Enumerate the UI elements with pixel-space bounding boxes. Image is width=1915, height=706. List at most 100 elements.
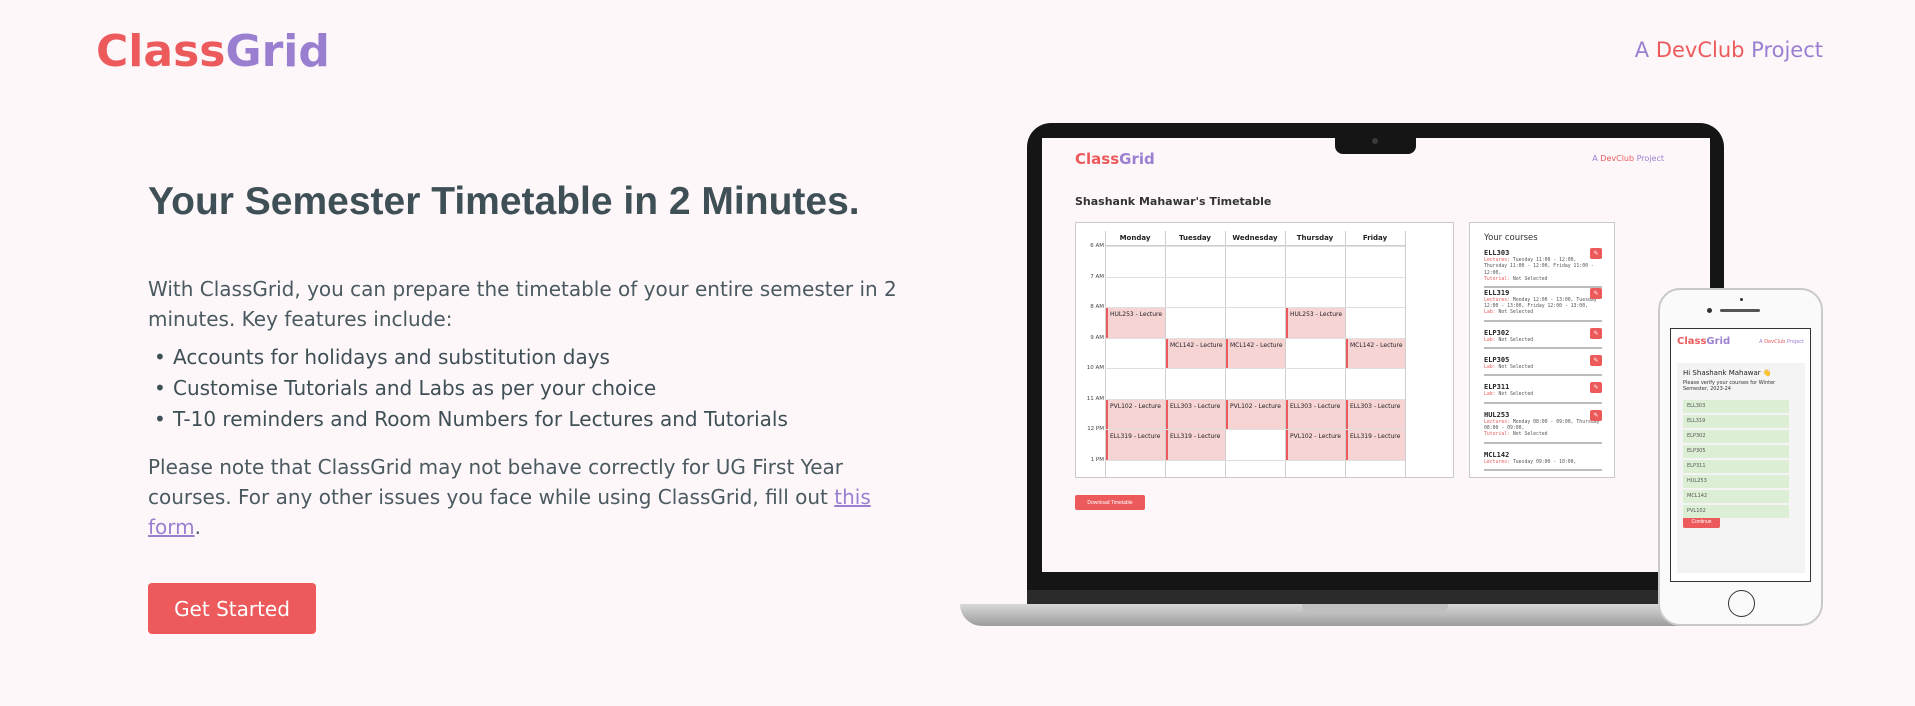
phone-greeting: Hi Shashank Mahawar 👋 <box>1683 369 1772 377</box>
course-entry: ELL303 Lectures: Tuesday 11:00 - 12:00, T… <box>1484 248 1602 289</box>
course-detail: Tutorial: Not Selected <box>1484 277 1602 283</box>
course-detail: Lab: Not Selected <box>1484 392 1602 398</box>
lecture-slot[interactable]: ELL303 - Lecture <box>1346 399 1405 429</box>
timetable-title: Shashank Mahawar's Timetable <box>1075 195 1272 208</box>
grid-row-line <box>1105 276 1405 278</box>
phone-logo-grid: Grid <box>1706 336 1731 347</box>
edit-course-icon[interactable]: ✎ <box>1590 382 1602 394</box>
phone-speaker <box>1720 309 1760 312</box>
lecture-slot[interactable]: HUL253 - Lecture <box>1286 308 1345 338</box>
screen-tagline: A DevClub Project <box>1592 154 1664 163</box>
course-detail-value: Not Selected <box>1495 310 1534 316</box>
phone-course-item[interactable]: MCL142 <box>1683 490 1789 503</box>
phone-tagline-devclub: DevClub <box>1764 339 1786 345</box>
logo-grid-text: Grid <box>225 26 330 77</box>
course-entry: ELP311 Lab: Not Selected ✎ <box>1484 382 1602 404</box>
laptop-notch <box>1335 130 1416 154</box>
download-timetable-button[interactable]: Download Timetable <box>1075 495 1145 510</box>
time-label: 7 AM <box>1090 273 1104 280</box>
hero-title: Your Semester Timetable in 2 Minutes. <box>148 180 860 223</box>
day-header: Tuesday <box>1165 231 1225 246</box>
phone-subtitle: Please verify your courses for Winter Se… <box>1683 380 1776 392</box>
screen-logo-grid: Grid <box>1119 150 1155 168</box>
phone-course-item[interactable]: PVL102 <box>1683 505 1789 518</box>
time-label: 6 AM <box>1090 243 1104 249</box>
course-entry: ELP302 Lab: Not Selected ✎ <box>1484 327 1602 350</box>
screen-logo: ClassGrid <box>1075 150 1155 168</box>
lecture-slot[interactable]: PVL102 - Lecture <box>1106 399 1165 429</box>
lecture-slot[interactable]: ELL319 - Lecture <box>1106 430 1165 460</box>
edit-course-icon[interactable]: ✎ <box>1590 327 1602 339</box>
feature-item: T-10 reminders and Room Numbers for Lect… <box>148 404 908 435</box>
course-detail: Lab: Not Selected <box>1484 310 1602 316</box>
hero-intro: With ClassGrid, you can prepare the time… <box>148 277 897 331</box>
phone-mockup: ClassGrid A DevClub Project Hi Shashank … <box>1658 288 1823 626</box>
course-detail-key: Lectures: <box>1484 297 1510 303</box>
time-label: 9 AM <box>1090 334 1104 341</box>
courses-heading: Your courses <box>1484 233 1538 243</box>
lecture-slot[interactable]: MCL142 - Lecture <box>1226 338 1285 368</box>
edit-course-icon[interactable]: ✎ <box>1590 355 1602 367</box>
course-detail-key: Lab: <box>1484 337 1496 343</box>
course-code: ELL319 <box>1484 288 1510 297</box>
verify-courses-card: Hi Shashank Mahawar 👋 Please verify your… <box>1677 363 1805 573</box>
lecture-slot[interactable]: PVL102 - Lecture <box>1286 430 1345 460</box>
lecture-slot[interactable]: ELL303 - Lecture <box>1166 399 1225 429</box>
phone-sensor <box>1740 298 1743 301</box>
get-started-button[interactable]: Get Started <box>148 583 316 634</box>
lecture-slot[interactable]: ELL319 - Lecture <box>1166 430 1225 460</box>
course-detail: Lectures: Monday 12:00 - 13:00, Tuesday … <box>1484 298 1602 311</box>
lecture-slot[interactable]: MCL142 - Lecture <box>1346 338 1405 368</box>
course-code: ELP311 <box>1484 383 1510 392</box>
laptop-hinge <box>1027 590 1724 604</box>
laptop-trackpad-notch <box>1302 604 1448 613</box>
course-detail-value: Not Selected <box>1495 392 1534 398</box>
home-button <box>1728 590 1755 617</box>
feature-list: Accounts for holidays and substitution d… <box>148 342 908 435</box>
feature-item: Customise Tutorials and Labs as per your… <box>148 373 908 404</box>
timetable-grid: Monday Tuesday Wednesday Thursday Friday 6 AM… <box>1075 222 1454 478</box>
phone-tagline-suffix: Project <box>1785 339 1804 345</box>
edit-course-icon[interactable]: ✎ <box>1590 287 1602 299</box>
time-label: 8 AM <box>1090 304 1104 310</box>
grid-row-line <box>1105 246 1405 247</box>
day-header: Monday <box>1105 231 1165 246</box>
course-detail-key: Lectures: <box>1484 459 1510 465</box>
logo-class-text: Class <box>96 26 226 77</box>
tagline-prefix: A <box>1634 38 1656 62</box>
course-entry: MCL142 Lectures: Tuesday 09:00 - 10:00, <box>1484 450 1602 471</box>
phone-course-item[interactable]: HUL253 <box>1683 475 1789 488</box>
classgrid-logo[interactable]: ClassGrid <box>96 26 330 77</box>
phone-course-item[interactable]: ELL303 <box>1683 400 1789 413</box>
lecture-slot[interactable]: PVL102 - Lecture <box>1226 399 1285 429</box>
phone-course-item[interactable]: ELP305 <box>1683 445 1789 458</box>
lecture-slot[interactable]: HUL253 - Lecture <box>1106 308 1165 338</box>
grid-column-line <box>1405 231 1406 477</box>
course-detail: Lectures: Monday 08:00 - 09:00, Thursday… <box>1484 420 1602 433</box>
tagline-suffix: Project <box>1744 38 1823 62</box>
devclub-tagline[interactable]: A DevClub Project <box>1635 38 1823 62</box>
edit-course-icon[interactable]: ✎ <box>1590 248 1602 259</box>
time-label: 10 AM <box>1086 365 1104 371</box>
lecture-slot[interactable]: ELL303 - Lecture <box>1286 399 1345 429</box>
course-detail: Lab: Not Selected <box>1484 338 1602 344</box>
hero-note: Please note that ClassGrid may not behav… <box>148 452 908 542</box>
course-detail-key: Lab: <box>1484 392 1496 398</box>
courses-panel: Your courses ELL303 Lectures: Tuesday 11:… <box>1469 222 1615 478</box>
edit-course-icon[interactable]: ✎ <box>1590 409 1602 421</box>
note-end: . <box>194 515 201 539</box>
lecture-slot[interactable]: MCL142 - Lecture <box>1166 338 1225 368</box>
time-label: 1 PM <box>1090 456 1104 463</box>
course-code: MCL142 <box>1484 450 1510 459</box>
phone-course-item[interactable]: ELP302 <box>1683 430 1789 443</box>
tagline-devclub: DevClub <box>1655 38 1745 62</box>
phone-course-item[interactable]: ELL319 <box>1683 415 1789 428</box>
phone-course-item[interactable]: ELP311 <box>1683 460 1789 473</box>
course-detail: Lectures: Tuesday 11:00 - 12:00, Thursda… <box>1484 258 1602 277</box>
course-detail-value: Not Selected <box>1510 432 1548 438</box>
course-detail-value: Tuesday 09:00 - 10:00, <box>1510 459 1577 465</box>
course-entry: ELP305 Lab: Not Selected ✎ <box>1484 355 1602 377</box>
course-detail-key: Lab: <box>1484 365 1496 371</box>
phone-logo-class: Class <box>1677 336 1707 347</box>
lecture-slot[interactable]: ELL319 - Lecture <box>1346 430 1405 460</box>
